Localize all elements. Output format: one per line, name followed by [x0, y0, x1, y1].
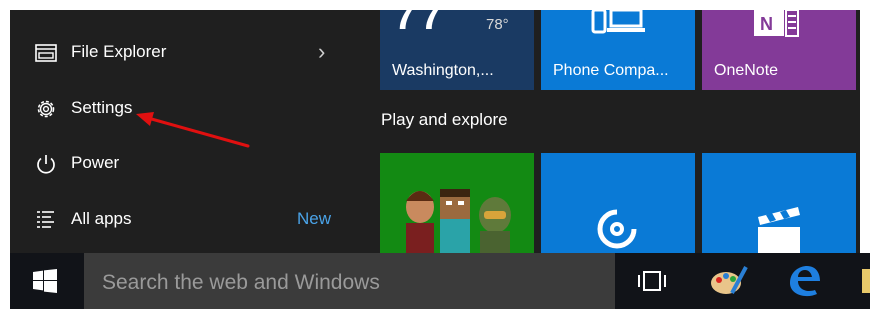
tile-label: Phone Compa...	[553, 62, 669, 79]
clapperboard-icon	[758, 207, 800, 253]
menu-item-label: Settings	[71, 98, 133, 117]
phone-laptop-icon	[591, 10, 645, 34]
edge-browser-button[interactable]	[782, 263, 826, 299]
onenote-icon: N	[754, 10, 799, 37]
menu-item-label: Power	[71, 153, 120, 172]
all-apps-icon	[37, 211, 54, 228]
tile-groove-music[interactable]	[541, 153, 695, 253]
start-button[interactable]	[10, 253, 82, 309]
paint-palette-icon	[711, 266, 748, 294]
tile-label: OneNote	[714, 62, 779, 79]
task-view-button[interactable]	[630, 263, 674, 299]
gear-icon	[37, 100, 55, 118]
tile-onenote[interactable]: N OneNote	[702, 10, 856, 90]
section-header-play-and-explore: Play and explore	[381, 110, 508, 129]
tile-xbox[interactable]	[380, 153, 534, 253]
task-view-icon	[638, 271, 666, 291]
power-icon	[37, 155, 55, 174]
xbox-avatars-icon	[406, 189, 511, 253]
search-placeholder: Search the web and Windows	[102, 271, 380, 294]
menu-item-all-apps[interactable]: All apps New	[10, 197, 360, 243]
taskbar: Search the web and Windows	[10, 253, 870, 309]
paint-app-button[interactable]	[706, 263, 750, 299]
file-explorer-taskbar-icon[interactable]	[862, 269, 870, 293]
svg-text:N: N	[760, 14, 773, 34]
weather-temperature: 77	[394, 10, 447, 38]
menu-item-label: All apps	[71, 209, 132, 228]
groove-music-icon	[597, 209, 637, 249]
tile-phone-companion[interactable]: Phone Compa...	[541, 10, 695, 90]
new-badge: New	[297, 209, 332, 228]
tile-label: Washington,...	[392, 62, 494, 79]
windows-logo-icon	[33, 269, 57, 293]
menu-item-file-explorer[interactable]: File Explorer ›	[10, 30, 360, 76]
start-menu: File Explorer › Settings Power All apps …	[10, 10, 860, 253]
edge-icon	[790, 266, 820, 297]
chevron-right-icon[interactable]: ›	[318, 39, 325, 65]
weather-temperature-high: 78°	[486, 16, 509, 33]
tile-weather[interactable]: 77 78° Washington,...	[380, 10, 534, 90]
file-explorer-icon	[35, 44, 57, 62]
search-box[interactable]: Search the web and Windows	[84, 253, 615, 309]
menu-item-settings[interactable]: Settings	[10, 86, 360, 132]
menu-item-power[interactable]: Power	[10, 141, 360, 187]
menu-item-label: File Explorer	[71, 42, 167, 61]
tile-movies-tv[interactable]	[702, 153, 856, 253]
